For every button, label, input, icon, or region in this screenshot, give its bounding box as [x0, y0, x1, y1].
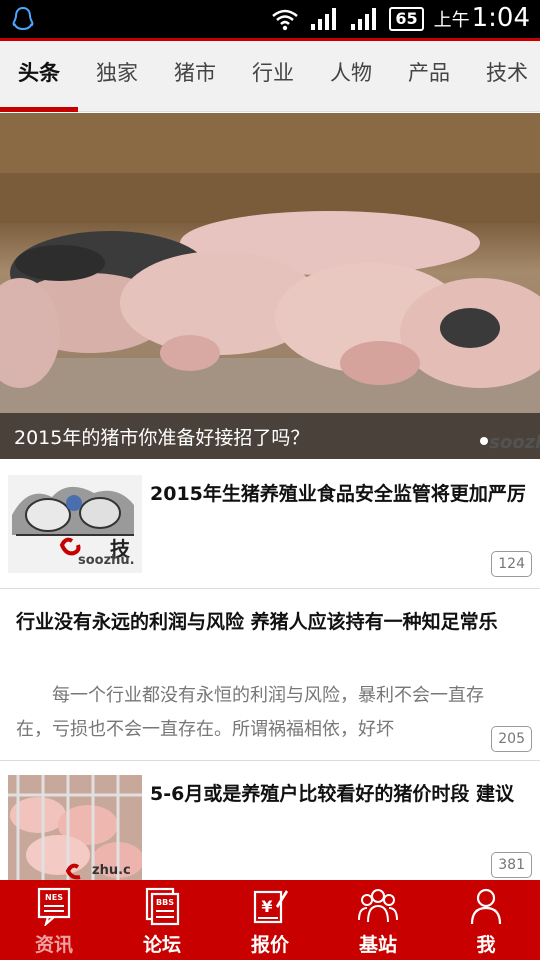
signal-1-icon: [311, 8, 337, 30]
hero-caption-bar: 2015年的猪市你准备好接招了吗？: [0, 413, 540, 459]
news-item[interactable]: 技 soozhu. 2015年生猪养殖业食品安全监管将更加严厉 124: [0, 459, 540, 589]
battery-level: 65: [389, 7, 424, 31]
nav-news-label: 资讯: [34, 934, 73, 956]
nav-forum-label: 论坛: [142, 934, 181, 956]
nav-news[interactable]: NES 资讯: [0, 880, 108, 960]
tab-technology[interactable]: 技术: [468, 41, 540, 112]
category-tabs: 头条 独家 猪市 行业 人物 产品 技术: [0, 41, 540, 112]
status-bar: 65 上午1:04: [0, 0, 540, 38]
thumbnail-watermark: zhu.c: [92, 863, 131, 878]
tab-headlines[interactable]: 头条: [0, 41, 78, 112]
carousel-indicator: [480, 437, 488, 445]
nav-price[interactable]: ¥ 报价: [216, 880, 324, 960]
news-item[interactable]: 行业没有永远的利润与风险 养猪人应该持有一种知足常乐 每一个行业都没有永恒的利润…: [0, 589, 540, 761]
base-station-icon: [358, 889, 398, 923]
svg-text:BBS: BBS: [156, 898, 174, 907]
tab-exclusive[interactable]: 独家: [78, 41, 156, 112]
news-item[interactable]: zhu.c 5-6月或是养殖户比较看好的猪价时段 建议 381: [0, 761, 540, 886]
wifi-icon: [272, 9, 299, 31]
nav-profile[interactable]: 我: [432, 880, 540, 960]
nav-base-station[interactable]: 基站: [324, 880, 432, 960]
qq-penguin-icon: [12, 6, 34, 31]
news-icon: NES: [37, 887, 71, 926]
tab-products[interactable]: 产品: [390, 41, 468, 112]
hero-pigs-image: [0, 113, 540, 459]
nav-profile-label: 我: [476, 934, 496, 956]
forum-icon: BBS: [145, 887, 180, 926]
news-title: 行业没有永远的利润与风险 养猪人应该持有一种知足常乐: [16, 611, 498, 633]
comment-count-badge: 205: [491, 726, 532, 752]
news-title: 2015年生猪养殖业食品安全监管将更加严厉: [150, 483, 526, 505]
clock: 上午1:04: [433, 2, 530, 33]
tab-people[interactable]: 人物: [312, 41, 390, 112]
nav-forum[interactable]: BBS 论坛: [108, 880, 216, 960]
hero-caption: 2015年的猪市你准备好接招了吗？: [14, 427, 310, 449]
news-thumbnail: 技 soozhu.: [8, 475, 142, 573]
svg-text:NES: NES: [45, 893, 63, 902]
tab-pig-market[interactable]: 猪市: [156, 41, 234, 112]
news-thumbnail: zhu.c: [8, 775, 142, 881]
tab-industry[interactable]: 行业: [234, 41, 312, 112]
nav-price-label: 报价: [250, 934, 289, 956]
hero-banner[interactable]: soozh 2015年的猪市你准备好接招了吗？: [0, 113, 540, 459]
comment-count-badge: 124: [491, 551, 532, 577]
profile-icon: [470, 888, 502, 925]
comment-count-badge: 381: [491, 852, 532, 878]
bottom-navigation: NES 资讯 BBS 论坛 ¥ 报价 基站 我: [0, 880, 540, 960]
thumbnail-watermark: soozhu.: [78, 553, 135, 568]
svg-text:¥: ¥: [261, 897, 272, 916]
news-title: 5-6月或是养殖户比较看好的猪价时段 建议: [150, 783, 514, 805]
news-summary: 每一个行业都没有永恒的利润与风险，暴利不会一直存在，亏损也不会一直存在。所谓祸福…: [16, 685, 484, 740]
nav-base-station-label: 基站: [358, 934, 397, 956]
carousel-dot: [480, 437, 488, 445]
signal-2-icon: [351, 8, 377, 30]
price-icon: ¥: [253, 890, 288, 924]
